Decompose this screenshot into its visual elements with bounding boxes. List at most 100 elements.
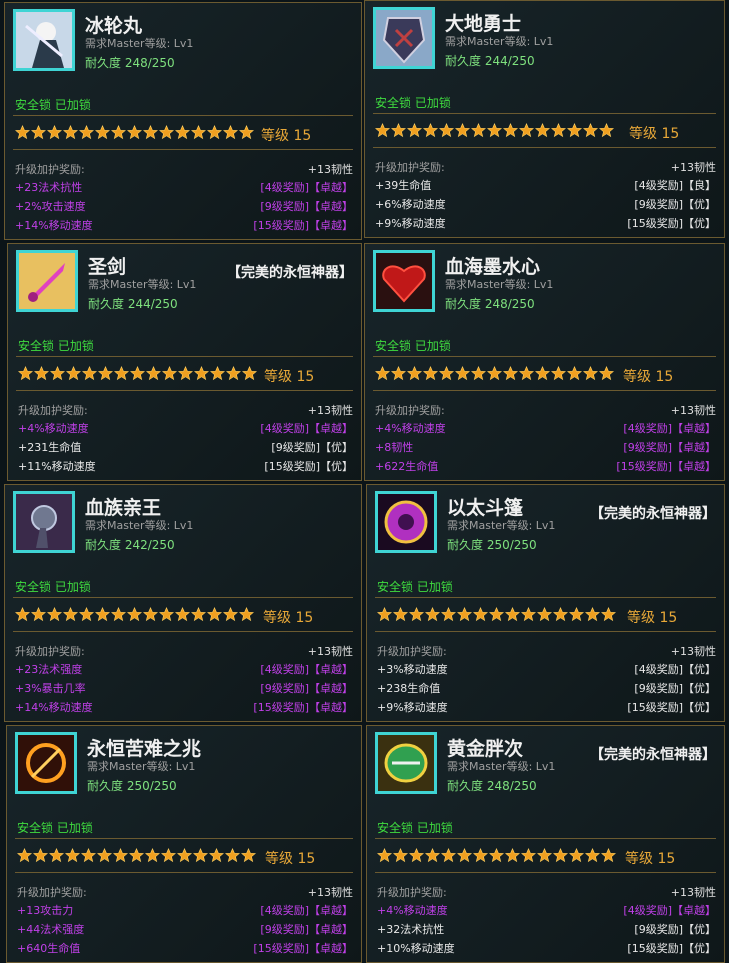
star-icon [422,365,439,381]
item-card-vampire-prince[interactable]: 血族亲王 需求Master等级: Lv1 耐久度 242/250 安全锁 已加锁… [4,484,362,722]
upgrade-bonus-value: +13韧性 [670,161,716,174]
bonus-tier: [9级奖励]【优】 [271,441,353,454]
bonus-tier: [4级奖励]【卓越】 [623,422,716,435]
star-icon [241,365,258,381]
item-card-golden-shorts[interactable]: 黄金胖次 【完美的永恒神器】 需求Master等级: Lv1 耐久度 248/2… [366,725,725,963]
safety-lock-status: 安全锁 已加锁 [375,96,451,110]
star-icon [16,847,33,863]
bonus-stat: +2%攻击速度 [15,200,86,213]
star-icon [65,365,82,381]
item-card-holy-sword[interactable]: 圣剑 【完美的永恒神器】 需求Master等级: Lv1 耐久度 244/250… [7,243,362,481]
star-icon [598,365,615,381]
star-icon [158,124,175,140]
bonus-tier: [4级奖励]【卓越】 [260,181,353,194]
level-text: 等级 15 [623,369,674,385]
star-icon [520,847,537,863]
item-icon-earth-warrior [373,7,435,69]
upgrade-bonus-header: 升级加护奖励: [377,645,447,658]
requirement-text: 需求Master等级: Lv1 [85,37,194,50]
star-icon [504,606,521,622]
bonus-stat: +14%移动速度 [15,701,93,714]
star-rating [376,847,617,863]
safety-lock-status: 安全锁 已加锁 [17,821,93,835]
bonus-stat: +640生命值 [17,942,81,955]
bonus-row: +231生命值 [9级奖励]【优】 [18,439,353,455]
star-icon [534,365,551,381]
bonus-row: +622生命值 [15级奖励]【卓越】 [375,458,716,474]
star-icon [376,606,393,622]
star-rating [14,124,255,140]
bonus-stat: +10%移动速度 [377,942,455,955]
item-card-ether-cloak[interactable]: 以太斗篷 【完美的永恒神器】 需求Master等级: Lv1 耐久度 250/2… [366,484,725,722]
durability-text: 耐久度 248/250 [447,779,537,793]
star-icon [113,365,130,381]
star-icon [470,365,487,381]
star-icon [392,847,409,863]
bonus-tier: [4级奖励]【卓越】 [260,422,353,435]
star-icon [110,606,127,622]
bonus-tier: [9级奖励]【卓越】 [623,441,716,454]
star-icon [94,124,111,140]
star-icon [440,606,457,622]
durability-text: 耐久度 244/250 [445,54,535,68]
star-icon [584,606,601,622]
upgrade-bonus-value: +13韧性 [307,645,353,658]
upgrade-bonus-header: 升级加护奖励: [375,161,445,174]
bonus-row: +4%移动速度 [4级奖励]【卓越】 [18,420,353,436]
bonus-row: +238生命值 [9级奖励]【优】 [377,680,716,696]
star-icon [472,606,489,622]
divider [373,113,716,114]
star-icon [158,606,175,622]
requirement-text: 需求Master等级: Lv1 [445,35,554,48]
bonus-tier: [4级奖励]【卓越】 [260,663,353,676]
requirement-text: 需求Master等级: Lv1 [445,278,554,291]
item-name: 黄金胖次 [447,738,524,760]
bonus-tier: [9级奖励]【卓越】 [260,682,353,695]
item-card-earth-warrior[interactable]: 大地勇士 需求Master等级: Lv1 耐久度 244/250 安全锁 已加锁… [364,0,725,238]
bonus-row: +9%移动速度 [15级奖励]【优】 [377,699,716,715]
bonus-row: +8韧性 [9级奖励]【卓越】 [375,439,716,455]
star-icon [30,124,47,140]
star-icon [502,122,519,138]
star-icon [126,606,143,622]
divider [13,149,353,150]
item-card-ice-ring[interactable]: 冰轮丸 需求Master等级: Lv1 耐久度 248/250 安全锁 已加锁 … [4,2,362,240]
star-icon [46,124,63,140]
durability-text: 耐久度 244/250 [88,297,178,311]
item-card-blood-ink-heart[interactable]: 血海墨水心 需求Master等级: Lv1 耐久度 248/250 安全锁 已加… [364,243,725,481]
star-icon [408,606,425,622]
upgrade-bonus-value: +13韧性 [307,404,353,417]
star-icon [438,122,455,138]
star-icon [112,847,129,863]
star-icon [390,122,407,138]
star-icon [550,122,567,138]
star-icon [534,122,551,138]
item-icon-golden-shorts [375,732,437,794]
item-card-eternal-omen[interactable]: 永恒苦难之兆 需求Master等级: Lv1 耐久度 250/250 安全锁 已… [6,725,362,963]
perfect-artifact-label: 【完美的永恒神器】 [227,265,353,281]
level-text: 等级 15 [625,851,676,867]
star-icon [376,847,393,863]
upgrade-bonus-header: 升级加护奖励: [377,886,447,899]
star-icon [224,847,241,863]
bonus-stat: +23法术强度 [15,663,83,676]
star-icon [408,847,425,863]
star-icon [145,365,162,381]
bonus-row: +23法术抗性 [4级奖励]【卓越】 [15,179,353,195]
bonus-tier: [4级奖励]【良】 [634,179,716,192]
star-icon [456,606,473,622]
requirement-text: 需求Master等级: Lv1 [88,278,197,291]
star-icon [598,122,615,138]
bonus-stat: +32法术抗性 [377,923,445,936]
star-icon [78,606,95,622]
star-icon [238,124,255,140]
bonus-tier: [9级奖励]【卓越】 [260,923,353,936]
divider [16,390,353,391]
star-icon [504,847,521,863]
star-icon [96,847,113,863]
star-icon [81,365,98,381]
divider [15,838,353,839]
divider [13,597,353,598]
bonus-tier: [15级奖励]【卓越】 [616,460,716,473]
star-icon [177,365,194,381]
